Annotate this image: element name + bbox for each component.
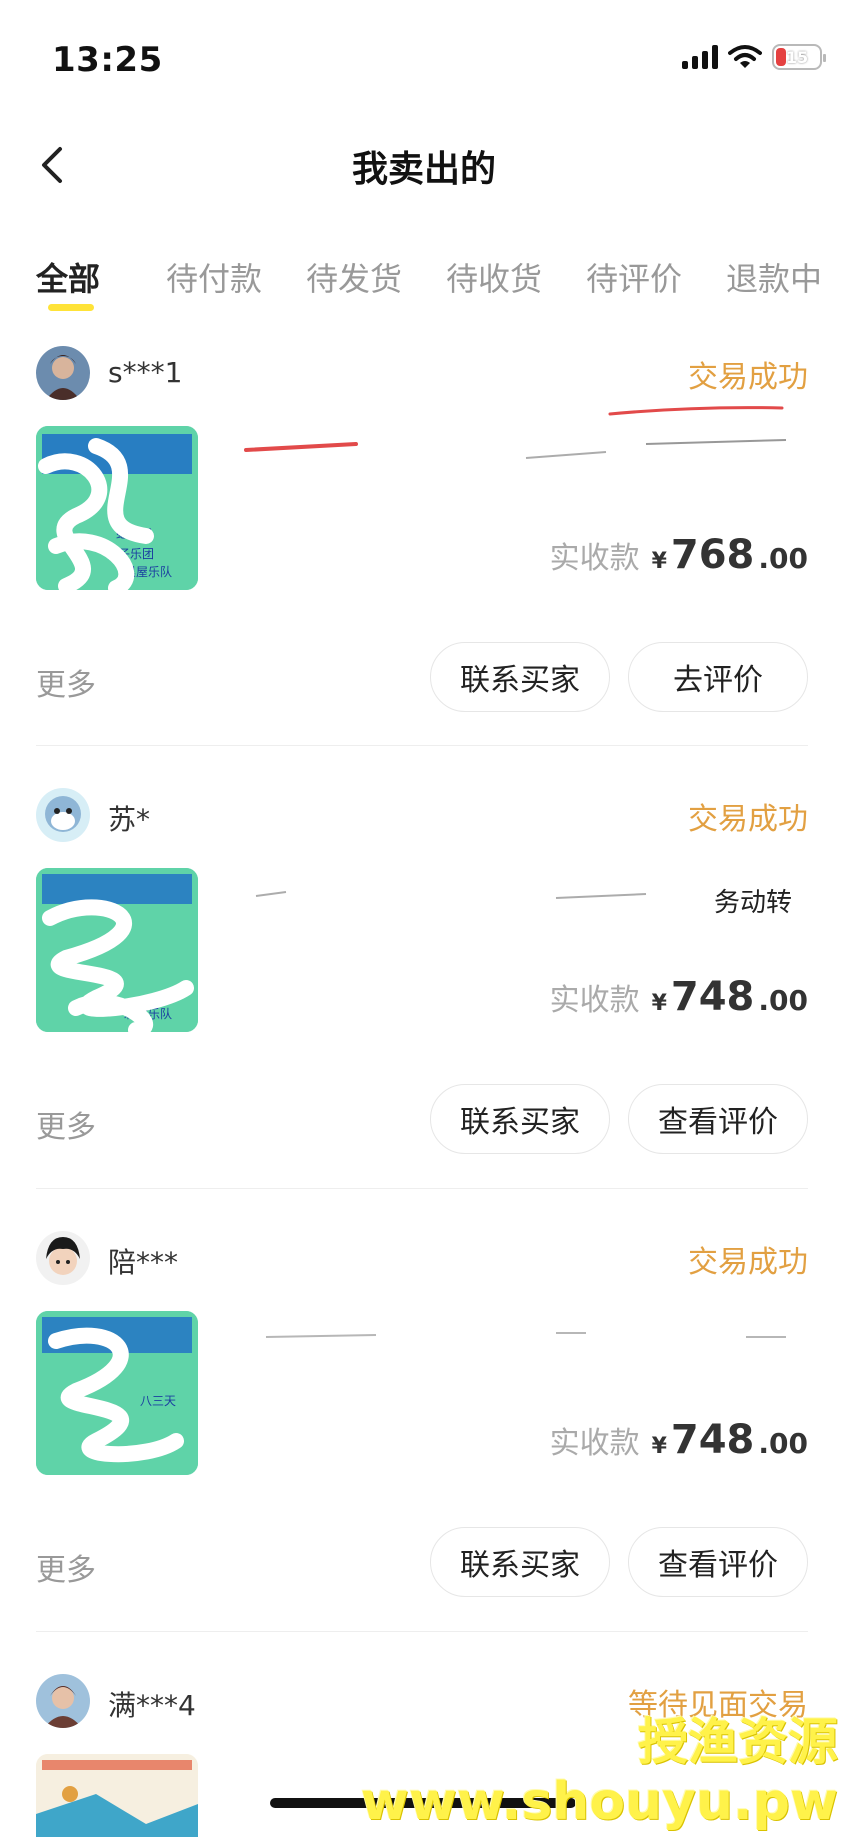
status-bar: 13:25 15: [0, 0, 848, 120]
price-currency: ¥: [651, 1434, 667, 1459]
price-label: 实收款: [549, 983, 640, 1018]
price-label: 实收款: [549, 1426, 640, 1461]
avatar[interactable]: [36, 1674, 90, 1728]
order-tabs: 全部 待付款 待发货 待收货 待评价 退款中: [0, 240, 848, 320]
order-status: 交易成功: [688, 360, 808, 395]
item-title-redacted: [244, 439, 787, 459]
buyer-name: 满***4: [108, 1689, 196, 1722]
tab-active-indicator: [48, 304, 94, 311]
price-currency: ¥: [651, 991, 667, 1016]
item-thumbnail[interactable]: 八三天: [36, 1311, 198, 1475]
item-thumbnail[interactable]: 彩文乐队: [36, 868, 198, 1032]
price-decimal: .00: [758, 984, 808, 1017]
price-row: 实收款 ¥ 748 .00: [550, 1417, 808, 1463]
divider: [36, 745, 808, 746]
item-title-redacted: [265, 1332, 786, 1338]
tab-pending-payment[interactable]: 待付款: [166, 254, 262, 300]
avatar[interactable]: [36, 346, 90, 400]
status-icons: 15: [682, 44, 826, 70]
price-row: 实收款 ¥ 748 .00: [550, 974, 808, 1020]
price-amount: 748: [670, 1417, 755, 1463]
divider: [36, 1631, 808, 1632]
buyer-name: s***1: [108, 356, 183, 389]
price-currency: ¥: [651, 549, 667, 574]
order-status: 交易成功: [688, 1245, 808, 1280]
signal-icon: [682, 45, 718, 69]
tab-refunding[interactable]: 退款中: [726, 254, 822, 300]
wifi-icon: [728, 45, 762, 68]
avatar[interactable]: [36, 788, 90, 842]
contact-buyer-button[interactable]: 联系买家: [430, 642, 610, 712]
view-review-button[interactable]: 查看评价: [628, 1084, 808, 1154]
tab-pending-receipt[interactable]: 待收货: [446, 254, 542, 300]
more-link[interactable]: 更多: [36, 1102, 96, 1146]
item-thumbnail[interactable]: [36, 1754, 198, 1837]
price-decimal: .00: [758, 1427, 808, 1460]
watermark-url: www.shouyu.pw: [360, 1772, 838, 1832]
view-review-button[interactable]: 查看评价: [628, 1527, 808, 1597]
more-link[interactable]: 更多: [36, 660, 96, 704]
price-label: 实收款: [549, 541, 640, 576]
order-status: 交易成功: [688, 802, 808, 837]
tab-all[interactable]: 全部: [36, 254, 100, 300]
price-amount: 748: [670, 974, 755, 1020]
more-link[interactable]: 更多: [36, 1545, 96, 1589]
battery-level: 15: [785, 47, 809, 67]
thumbnail-text: 八三天: [140, 1394, 176, 1408]
tab-pending-review[interactable]: 待评价: [586, 254, 682, 300]
item-thumbnail[interactable]: 虹花园 椅子乐团 黑屋乐队: [36, 426, 198, 590]
tab-pending-shipment[interactable]: 待发货: [306, 254, 402, 300]
battery-icon: 15: [772, 44, 826, 70]
watermark-text: 授渔资源: [638, 1713, 838, 1771]
price-row: 实收款 ¥ 768 .00: [550, 532, 808, 578]
item-title-fragment: 务动转: [713, 888, 792, 918]
order-card[interactable]: 苏* 交易成功 彩文乐队 务动转 实收款 ¥ 748 .00 更多 联系买家 查…: [36, 788, 808, 1208]
red-underline: [608, 406, 784, 416]
price-amount: 768: [670, 532, 755, 578]
order-card[interactable]: 陪*** 交易成功 八三天 实收款 ¥ 748 .00 更多 联系买家 查看评价: [36, 1231, 808, 1651]
buyer-name: 陪***: [108, 1246, 179, 1279]
order-card[interactable]: s***1 交易成功 虹花园 椅子乐团 黑屋乐队 实收款 ¥ 768 .00 更…: [36, 346, 808, 766]
nav-bar: 我卖出的: [0, 120, 848, 210]
contact-buyer-button[interactable]: 联系买家: [430, 1527, 610, 1597]
review-button[interactable]: 去评价: [628, 642, 808, 712]
contact-buyer-button[interactable]: 联系买家: [430, 1084, 610, 1154]
price-decimal: .00: [758, 542, 808, 575]
divider: [36, 1188, 808, 1189]
page-title: 我卖出的: [351, 149, 496, 190]
avatar[interactable]: [36, 1231, 90, 1285]
buyer-name: 苏*: [108, 803, 151, 836]
status-time: 13:25: [52, 40, 163, 80]
